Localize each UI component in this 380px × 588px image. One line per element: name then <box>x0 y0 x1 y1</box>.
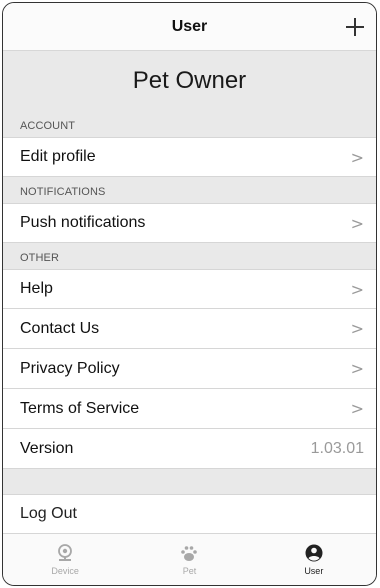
tab-user[interactable]: User <box>252 534 376 585</box>
chevron-right-icon: > <box>350 399 364 418</box>
owner-block: Pet Owner <box>3 51 376 111</box>
logout-label: Log Out <box>20 505 77 522</box>
help-label: Help <box>20 280 53 297</box>
tab-user-label: User <box>304 566 324 576</box>
edit-profile-label: Edit profile <box>20 148 96 165</box>
chevron-right-icon: > <box>350 359 364 378</box>
section-header-notifications: NOTIFICATIONS <box>20 186 106 198</box>
paw-icon <box>181 546 198 561</box>
tab-pet-label: Pet <box>182 566 197 576</box>
chevron-right-icon: > <box>350 213 364 233</box>
tab-pet[interactable]: Pet <box>127 534 251 585</box>
webcam-icon <box>58 544 73 561</box>
terms-of-service-label: Terms of Service <box>20 399 140 417</box>
chevron-right-icon: > <box>350 319 364 338</box>
push-notifications-row[interactable]: Push notifications > <box>3 203 376 243</box>
contact-us-label: Contact Us <box>20 319 100 337</box>
section-header-account: ACCOUNT <box>20 120 76 132</box>
version-value: 1.03.01 <box>310 439 364 457</box>
nav-bar: User <box>3 3 376 51</box>
chevron-right-icon: > <box>350 147 364 167</box>
version-row: Version 1.03.01 <box>3 429 376 469</box>
privacy-policy-label: Privacy Policy <box>20 359 120 377</box>
user-circle-icon <box>305 544 323 562</box>
help-row[interactable]: Help > <box>3 269 376 309</box>
owner-name: Pet Owner <box>132 67 247 94</box>
contact-us-row[interactable]: Contact Us > <box>3 309 376 349</box>
app-screen: User Pet Owner ACCOUNT Edit profile > NO… <box>2 2 377 586</box>
plus-icon[interactable] <box>344 16 366 38</box>
tab-bar: Device Pet User <box>3 533 376 585</box>
push-notifications-label: Push notifications <box>20 214 146 231</box>
version-label: Version <box>20 439 74 457</box>
tab-device-label: Device <box>51 566 79 576</box>
privacy-policy-row[interactable]: Privacy Policy > <box>3 349 376 389</box>
edit-profile-row[interactable]: Edit profile > <box>3 137 376 177</box>
terms-of-service-row[interactable]: Terms of Service > <box>3 389 376 429</box>
tab-device[interactable]: Device <box>3 534 127 585</box>
page-title: User <box>171 17 208 35</box>
chevron-right-icon: > <box>350 279 364 299</box>
section-header-other: OTHER <box>20 252 59 264</box>
logout-button[interactable]: Log Out <box>3 494 376 534</box>
